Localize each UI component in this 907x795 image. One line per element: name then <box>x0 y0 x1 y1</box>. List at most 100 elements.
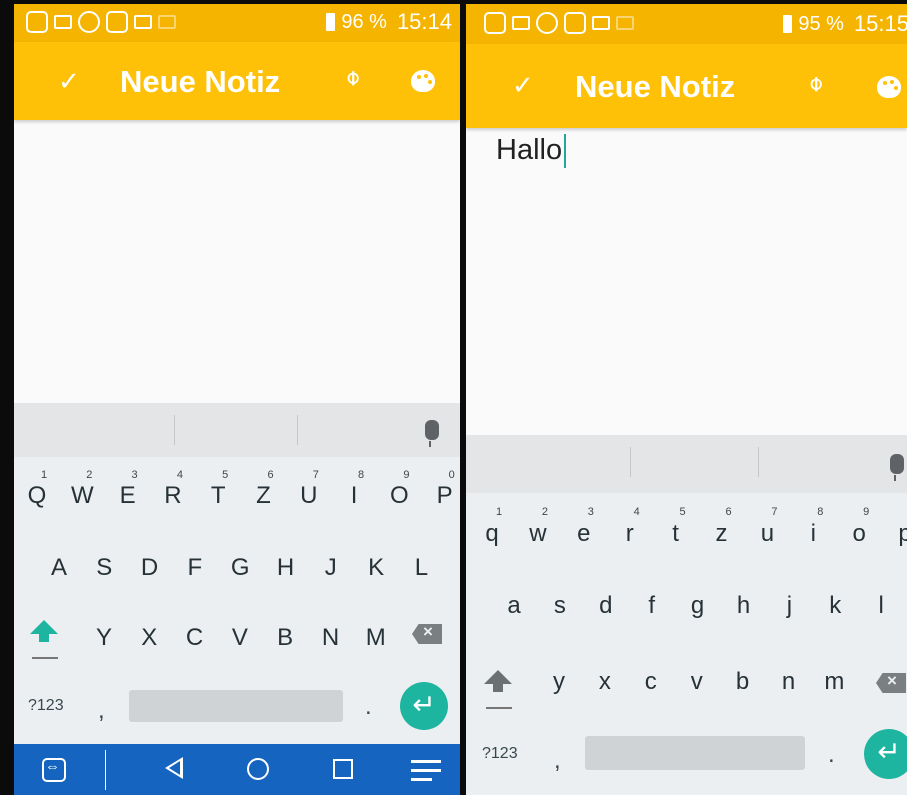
key-f[interactable]: F <box>188 554 203 582</box>
key-x[interactable]: X <box>141 624 157 652</box>
page-title: Neue Notiz <box>575 69 736 104</box>
key-m[interactable]: m <box>824 668 844 696</box>
key-w[interactable]: W <box>71 482 94 510</box>
mic-icon[interactable] <box>425 420 439 447</box>
key-w[interactable]: w <box>529 520 546 548</box>
period-key[interactable]: . <box>828 741 835 769</box>
key-e[interactable]: E <box>120 482 136 510</box>
key-i[interactable]: i <box>811 520 816 548</box>
key-x[interactable]: x <box>599 668 611 696</box>
key-number-hint: 2 <box>541 506 548 518</box>
shift-icon[interactable] <box>484 670 512 692</box>
note-editor[interactable]: Hallo <box>496 134 567 169</box>
key-h[interactable]: H <box>277 554 294 582</box>
enter-icon[interactable] <box>400 682 448 730</box>
palette-icon[interactable] <box>411 70 435 92</box>
space-bar[interactable] <box>129 690 343 722</box>
home-icon[interactable] <box>247 758 269 780</box>
teamviewer-icon[interactable] <box>42 758 66 782</box>
key-v[interactable]: V <box>232 624 248 652</box>
save-check-button[interactable]: ✓ <box>58 66 80 97</box>
text-cursor <box>564 134 567 169</box>
symbols-key[interactable]: ?123 <box>28 697 64 715</box>
key-p[interactable]: p <box>898 520 907 548</box>
attach-icon[interactable]: ⌽ <box>346 64 360 92</box>
notification-icon <box>484 12 506 34</box>
palette-icon[interactable] <box>877 76 901 98</box>
key-l[interactable]: l <box>879 592 884 620</box>
key-o[interactable]: o <box>853 520 866 548</box>
period-key[interactable]: . <box>365 693 372 721</box>
back-icon[interactable] <box>165 757 183 779</box>
key-p[interactable]: P <box>437 482 453 510</box>
key-n[interactable]: N <box>322 624 339 652</box>
key-j[interactable]: J <box>325 554 337 582</box>
key-n[interactable]: n <box>782 668 795 696</box>
key-b[interactable]: B <box>277 624 293 652</box>
backspace-icon[interactable]: × <box>876 673 906 693</box>
key-y[interactable]: Y <box>96 624 112 652</box>
key-f[interactable]: f <box>648 592 655 620</box>
attach-icon[interactable]: ⌽ <box>809 70 823 98</box>
enter-icon[interactable] <box>864 729 907 779</box>
key-a[interactable]: a <box>507 592 520 620</box>
mail-icon <box>592 16 610 30</box>
recents-icon[interactable] <box>333 759 353 779</box>
key-c[interactable]: C <box>186 624 203 652</box>
battery-percent: 96 % <box>341 10 387 33</box>
key-o[interactable]: O <box>390 482 409 510</box>
comma-key[interactable]: , <box>98 697 105 725</box>
suggestion-divider <box>297 415 298 445</box>
key-number-hint: 8 <box>817 506 824 518</box>
key-k[interactable]: K <box>368 554 384 582</box>
key-u[interactable]: U <box>300 482 317 510</box>
key-z[interactable]: z <box>716 520 728 548</box>
key-b[interactable]: b <box>736 668 749 696</box>
key-d[interactable]: D <box>141 554 158 582</box>
key-number-hint: 0 <box>448 469 455 481</box>
key-j[interactable]: j <box>787 592 792 620</box>
mail-icon <box>134 15 152 29</box>
key-t[interactable]: T <box>211 482 226 510</box>
key-q[interactable]: Q <box>28 482 47 510</box>
key-i[interactable]: I <box>351 482 358 510</box>
save-check-button[interactable]: ✓ <box>512 70 534 101</box>
notification-icon <box>26 11 48 33</box>
key-s[interactable]: S <box>96 554 112 582</box>
key-number-hint: 6 <box>267 469 274 481</box>
key-g[interactable]: G <box>231 554 250 582</box>
comma-key[interactable]: , <box>554 747 561 775</box>
key-q[interactable]: q <box>485 520 498 548</box>
key-number-hint: 1 <box>495 506 503 518</box>
key-l[interactable]: L <box>415 554 428 582</box>
key-m[interactable]: M <box>366 624 386 652</box>
menu-icon[interactable] <box>411 760 441 787</box>
key-c[interactable]: c <box>645 668 657 696</box>
key-g[interactable]: g <box>691 592 704 620</box>
key-r[interactable]: R <box>164 482 181 510</box>
shift-icon[interactable] <box>30 620 58 642</box>
key-y[interactable]: y <box>553 668 565 696</box>
status-bar: 96 % 15:14 <box>14 4 460 42</box>
key-u[interactable]: u <box>761 520 774 548</box>
symbols-key[interactable]: ?123 <box>482 745 518 763</box>
space-bar[interactable] <box>585 736 805 770</box>
key-v[interactable]: v <box>691 668 703 696</box>
key-e[interactable]: e <box>577 520 590 548</box>
page-title: Neue Notiz <box>120 64 281 99</box>
key-k[interactable]: k <box>829 592 841 620</box>
key-s[interactable]: s <box>554 592 566 620</box>
key-a[interactable]: A <box>51 554 67 582</box>
key-z[interactable]: Z <box>256 482 271 510</box>
key-t[interactable]: t <box>672 520 679 548</box>
signal-icon <box>616 16 634 30</box>
key-h[interactable]: h <box>737 592 750 620</box>
mic-icon[interactable] <box>890 454 904 481</box>
backspace-icon[interactable]: × <box>412 624 442 644</box>
key-r[interactable]: r <box>626 520 634 548</box>
nav-bar <box>14 744 460 795</box>
app-bar: ✓ Neue Notiz ⌽ <box>14 42 460 120</box>
key-d[interactable]: d <box>599 592 612 620</box>
suggestion-divider <box>630 447 631 477</box>
suggestion-strip <box>466 435 907 493</box>
